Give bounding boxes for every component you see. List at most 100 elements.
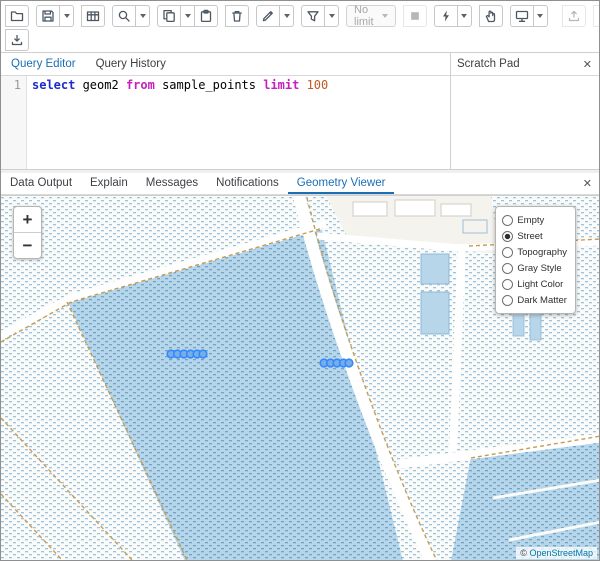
download-icon bbox=[10, 33, 24, 47]
tab-query-editor[interactable]: Query Editor bbox=[1, 53, 86, 75]
sql-code-area[interactable]: select geom2 from sample_points limit 10… bbox=[27, 76, 450, 169]
sql-text bbox=[299, 78, 306, 92]
toolbar: No limit bbox=[1, 1, 599, 52]
find-button[interactable] bbox=[112, 5, 136, 27]
sql-text: sample_points bbox=[155, 78, 263, 92]
tab-messages[interactable]: Messages bbox=[137, 173, 207, 194]
scratch-pad-header: Scratch Pad ✕ bbox=[451, 53, 599, 76]
cancel-query-button[interactable] bbox=[403, 5, 427, 27]
radio-icon bbox=[502, 263, 513, 274]
paste-icon bbox=[199, 9, 213, 23]
paste-button[interactable] bbox=[194, 5, 218, 27]
layer-option[interactable]: Dark Matter bbox=[502, 292, 567, 308]
layer-label: Street bbox=[517, 231, 542, 242]
layer-option[interactable]: Light Color bbox=[502, 276, 567, 292]
layer-label: Gray Style bbox=[517, 263, 561, 274]
commit-button[interactable] bbox=[562, 5, 586, 27]
scratch-pad-pane: Scratch Pad ✕ bbox=[450, 53, 599, 169]
trash-icon bbox=[230, 9, 244, 23]
filter-menu-button[interactable] bbox=[324, 5, 339, 27]
sql-editor: 1 select geom2 from sample_points limit … bbox=[1, 76, 450, 169]
layer-option[interactable]: Street bbox=[502, 228, 567, 244]
layer-option[interactable]: Empty bbox=[502, 212, 567, 228]
stop-icon bbox=[408, 9, 422, 23]
zoom-control: + − bbox=[13, 206, 42, 259]
tab-notifications[interactable]: Notifications bbox=[207, 173, 288, 194]
line-number: 1 bbox=[1, 78, 21, 92]
display-options-menu-button[interactable] bbox=[533, 5, 548, 27]
chevron-down-icon bbox=[329, 14, 335, 18]
editor-workspace: Query Editor Query History 1 select geom… bbox=[1, 52, 599, 169]
layer-label: Empty bbox=[517, 215, 544, 226]
layer-option[interactable]: Gray Style bbox=[502, 260, 567, 276]
execute-button[interactable] bbox=[434, 5, 458, 27]
toolbar-row-2 bbox=[5, 30, 595, 50]
hand-icon bbox=[484, 9, 498, 23]
line-number-gutter: 1 bbox=[1, 76, 27, 169]
save-button[interactable] bbox=[36, 5, 60, 27]
folder-open-icon bbox=[10, 9, 24, 23]
monitor-icon bbox=[515, 9, 529, 23]
edit-menu-button[interactable] bbox=[279, 5, 294, 27]
layer-label: Light Color bbox=[517, 279, 563, 290]
chevron-down-icon bbox=[284, 14, 290, 18]
radio-icon bbox=[502, 295, 513, 306]
save-data-changes-button[interactable] bbox=[81, 5, 105, 27]
edit-button[interactable] bbox=[256, 5, 280, 27]
output-tab-bar: Data Output Explain Messages Notificatio… bbox=[1, 173, 599, 195]
open-file-button[interactable] bbox=[5, 5, 29, 27]
hand-button[interactable] bbox=[479, 5, 503, 27]
copy-icon bbox=[162, 9, 176, 23]
map-attribution: © OpenStreetMap bbox=[516, 547, 597, 559]
geometry-viewer-map[interactable]: + − Empty Street Topography Gray Style bbox=[1, 195, 599, 560]
search-icon bbox=[117, 9, 131, 23]
execute-menu-button[interactable] bbox=[457, 5, 472, 27]
layers-control: Empty Street Topography Gray Style Light… bbox=[495, 206, 576, 314]
bolt-icon bbox=[439, 9, 453, 23]
copy-menu-button[interactable] bbox=[180, 5, 195, 27]
row-limit-value: No limit bbox=[354, 4, 374, 28]
tab-geometry-viewer[interactable]: Geometry Viewer bbox=[288, 173, 395, 194]
chevron-down-icon bbox=[185, 14, 191, 18]
row-limit-select[interactable]: No limit bbox=[346, 5, 396, 27]
tab-data-output[interactable]: Data Output bbox=[1, 173, 81, 194]
copyright-symbol: © bbox=[520, 548, 527, 558]
tab-query-history[interactable]: Query History bbox=[86, 53, 176, 75]
layer-option[interactable]: Topography bbox=[502, 244, 567, 260]
chevron-down-icon bbox=[140, 14, 146, 18]
filter-button[interactable] bbox=[301, 5, 325, 27]
openstreetmap-link[interactable]: OpenStreetMap bbox=[529, 548, 593, 558]
layer-label: Dark Matter bbox=[517, 295, 567, 306]
radio-icon bbox=[502, 247, 513, 258]
table-icon bbox=[86, 9, 100, 23]
editor-tab-bar: Query Editor Query History bbox=[1, 53, 450, 76]
query-tool-window: No limit bbox=[0, 0, 600, 561]
rollback-button[interactable] bbox=[593, 5, 600, 27]
radio-icon bbox=[502, 279, 513, 290]
sql-text: geom2 bbox=[75, 78, 126, 92]
display-options-button[interactable] bbox=[510, 5, 534, 27]
tab-explain[interactable]: Explain bbox=[81, 173, 137, 194]
delete-button[interactable] bbox=[225, 5, 249, 27]
radio-icon bbox=[502, 215, 513, 226]
scratch-pad-title: Scratch Pad bbox=[451, 58, 520, 70]
filter-icon bbox=[306, 9, 320, 23]
scratch-pad-input[interactable] bbox=[451, 76, 599, 169]
layer-label: Topography bbox=[517, 247, 567, 258]
chevron-down-icon bbox=[64, 14, 70, 18]
chevron-down-icon bbox=[461, 14, 467, 18]
chevron-down-icon bbox=[537, 14, 543, 18]
copy-button[interactable] bbox=[157, 5, 181, 27]
download-results-button[interactable] bbox=[5, 29, 29, 51]
radio-icon bbox=[502, 231, 513, 242]
sql-number: 100 bbox=[307, 78, 329, 92]
close-icon[interactable]: ✕ bbox=[576, 58, 599, 71]
pencil-icon bbox=[261, 9, 275, 23]
chevron-down-icon bbox=[382, 14, 388, 18]
save-menu-button[interactable] bbox=[59, 5, 74, 27]
find-menu-button[interactable] bbox=[135, 5, 150, 27]
zoom-in-button[interactable]: + bbox=[14, 207, 41, 232]
sql-keyword: limit bbox=[263, 78, 299, 92]
close-icon[interactable]: ✕ bbox=[576, 177, 599, 190]
zoom-out-button[interactable]: − bbox=[14, 232, 41, 258]
